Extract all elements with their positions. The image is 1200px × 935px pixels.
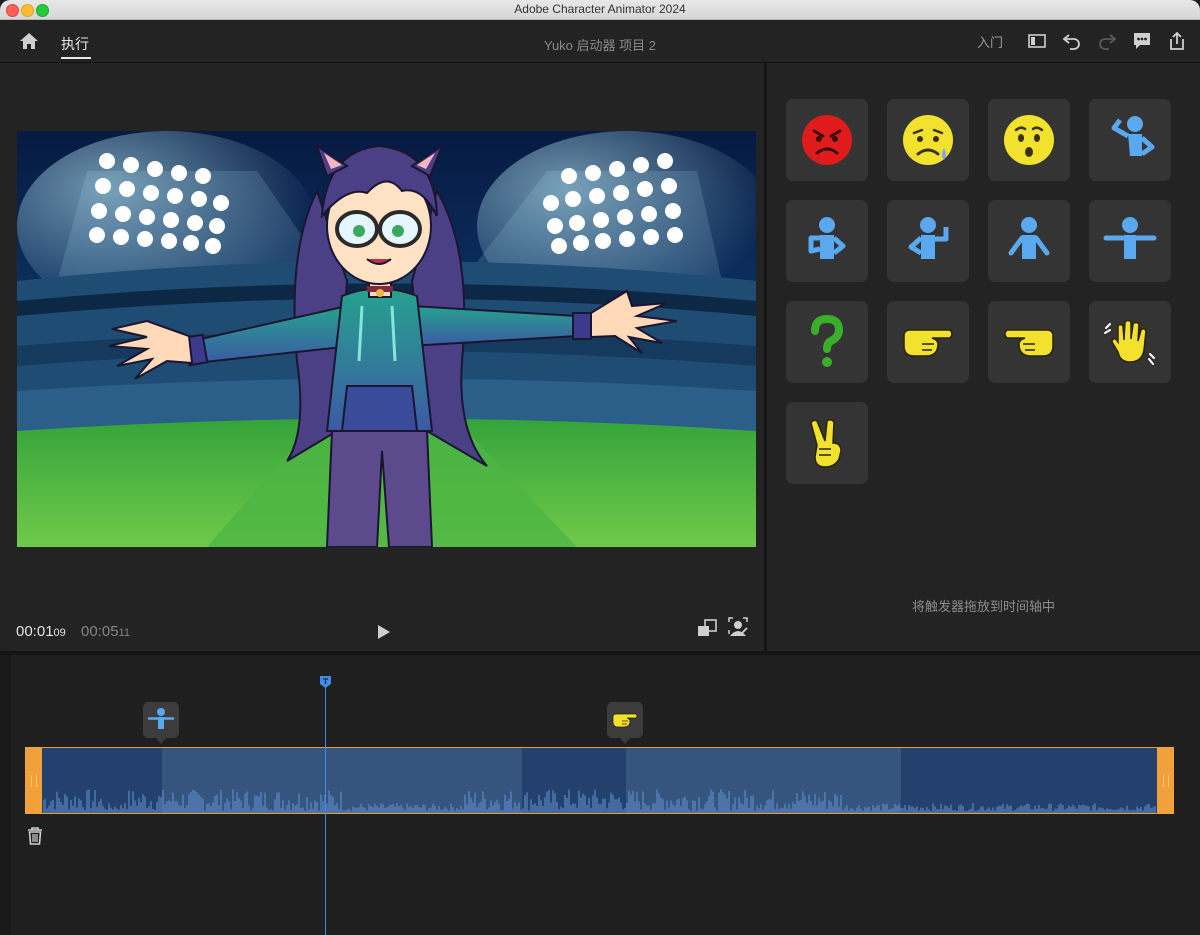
playhead-handle[interactable] [319,675,332,689]
total-timecode: 00:0511 [81,623,130,640]
active-tab-indicator [61,57,91,59]
trigger-shrug-pose[interactable] [887,200,969,282]
trigger-hand-on-head-pose[interactable] [1089,99,1171,181]
surprised-face-icon [1004,115,1054,165]
point-left-hand-icon [1004,329,1054,357]
trigger-point-right-hand[interactable] [887,301,969,383]
undo-button[interactable] [1061,30,1083,52]
trigger-surprised-face[interactable] [988,99,1070,181]
play-icon [378,625,390,639]
timeline-panel[interactable] [0,655,1200,935]
redo-icon [1099,34,1117,50]
playhead-line[interactable] [325,685,326,935]
timeline-trigger-marker-point-right[interactable] [607,702,643,744]
header-toolbar: 入门 [977,30,1188,52]
audio-track-clip[interactable] [25,747,1174,814]
trigger-wave-hand[interactable] [1089,301,1171,383]
redo-button[interactable] [1096,30,1118,52]
background-toggle-button[interactable] [696,618,718,638]
chat-bubble-icon [1134,33,1150,49]
angry-face-icon [802,115,852,165]
face-tracking-icon [728,617,748,636]
window-title: Adobe Character Animator 2024 [514,2,686,16]
arms-out-pose-icon [1103,217,1157,259]
wave-hand-icon [1104,319,1155,365]
hand-on-head-pose-icon [1111,116,1155,157]
share-icon [1170,31,1184,50]
trigger-question-mark[interactable] [786,301,868,383]
shrug-pose-icon [908,217,949,259]
peace-hand-icon [810,418,842,468]
layers-icon [698,619,717,636]
undo-icon [1062,34,1080,50]
trigger-sad-face[interactable] [887,99,969,181]
arms-down-pose-icon [1008,217,1050,259]
hands-on-hips-pose-icon [808,217,846,259]
drag-triggers-hint: 将触发器拖放到时间轴中 [911,599,1055,614]
panel-layout-button[interactable] [1026,30,1048,52]
current-timecode: 00:0109 [16,623,66,640]
trigger-grid [786,99,1171,484]
timeline-trigger-marker-arms-out[interactable] [143,702,179,744]
share-button[interactable] [1166,30,1188,52]
scene-view[interactable] [17,131,756,547]
scene-panel: 00:0109 00:0511 [0,63,764,651]
sad-face-icon [903,115,953,165]
feedback-button[interactable] [1131,30,1153,52]
question-mark-icon [811,314,844,367]
title-bar: Adobe Character Animator 2024 [0,0,1200,20]
trigger-arms-out-pose[interactable] [1089,200,1171,282]
timeline-gutter [0,655,11,935]
point-right-hand-icon [903,329,953,357]
trigger-peace-hand[interactable] [786,402,868,484]
clip-trim-handle-right[interactable] [1157,747,1174,814]
trigger-arms-down-pose[interactable] [988,200,1070,282]
camera-input-button[interactable] [727,616,749,638]
play-button[interactable] [374,623,392,641]
arms-out-pose-icon [147,708,175,729]
trigger-hands-on-hips-pose[interactable] [786,200,868,282]
triggers-panel: 将触发器拖放到时间轴中 [767,63,1200,651]
clip-trim-handle-left[interactable] [25,747,42,814]
panel-layout-icon [1028,34,1046,48]
app-header: 执行 Yuko 启动器 项目 2 入门 [0,20,1200,63]
playhead-icon [320,676,331,688]
trash-icon [28,827,42,845]
app-window: Adobe Character Animator 2024 执行 Yuko 启动… [0,0,1200,935]
audio-waveform [43,789,1156,813]
stadium-scene-image [17,131,756,547]
trigger-angry-face[interactable] [786,99,868,181]
point-right-hand-icon [612,713,638,728]
trigger-point-left-hand[interactable] [988,301,1070,383]
get-started-link[interactable]: 入门 [977,32,1003,51]
delete-button[interactable] [26,826,44,846]
